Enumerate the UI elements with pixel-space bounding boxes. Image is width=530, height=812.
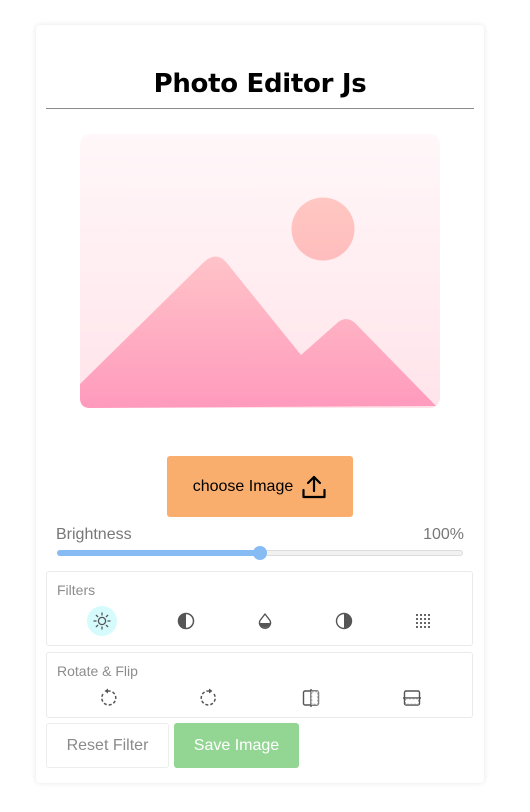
rotate-flip-title: Rotate & Flip <box>57 663 138 679</box>
upload-icon <box>301 474 327 500</box>
title-divider <box>46 108 474 109</box>
choose-image-button[interactable]: choose Image <box>167 456 353 517</box>
rotate-flip-row <box>47 683 472 713</box>
editor-card: Photo Editor Js choose Image Brightness … <box>36 25 484 783</box>
slider-fill <box>57 550 260 556</box>
invert-filter-button[interactable] <box>329 606 359 636</box>
rotate-left-button[interactable] <box>93 683 123 713</box>
rotate-flip-panel: Rotate & Flip <box>46 652 473 718</box>
flip-vertical-button[interactable] <box>397 683 427 713</box>
brightness-icon <box>93 612 111 630</box>
saturation-drop-icon <box>256 612 274 630</box>
reset-filter-button[interactable]: Reset Filter <box>46 723 169 768</box>
filters-panel: Filters <box>46 571 473 646</box>
saturation-filter-button[interactable] <box>250 606 280 636</box>
slider-thumb[interactable] <box>253 546 267 560</box>
grain-filter-button[interactable] <box>408 606 438 636</box>
brightness-label: Brightness <box>56 526 132 543</box>
flip-vertical-icon <box>402 688 422 708</box>
brightness-slider[interactable] <box>57 546 463 560</box>
brightness-value: 100% <box>423 526 464 543</box>
choose-image-label: choose Image <box>192 477 294 495</box>
flip-horizontal-icon <box>301 688 321 708</box>
invert-icon <box>335 612 353 630</box>
rotate-right-button[interactable] <box>194 683 224 713</box>
filters-title: Filters <box>57 582 96 598</box>
filters-row <box>47 606 472 636</box>
save-image-button[interactable]: Save Image <box>174 723 299 768</box>
page-title: Photo Editor Js <box>153 69 367 99</box>
grain-dots-icon <box>415 613 431 629</box>
brightness-filter-button[interactable] <box>87 606 117 636</box>
image-placeholder-icon <box>80 134 440 408</box>
contrast-filter-button[interactable] <box>171 606 201 636</box>
flip-horizontal-button[interactable] <box>296 683 326 713</box>
rotate-right-icon <box>199 688 219 708</box>
rotate-left-icon <box>98 688 118 708</box>
contrast-icon <box>177 612 195 630</box>
